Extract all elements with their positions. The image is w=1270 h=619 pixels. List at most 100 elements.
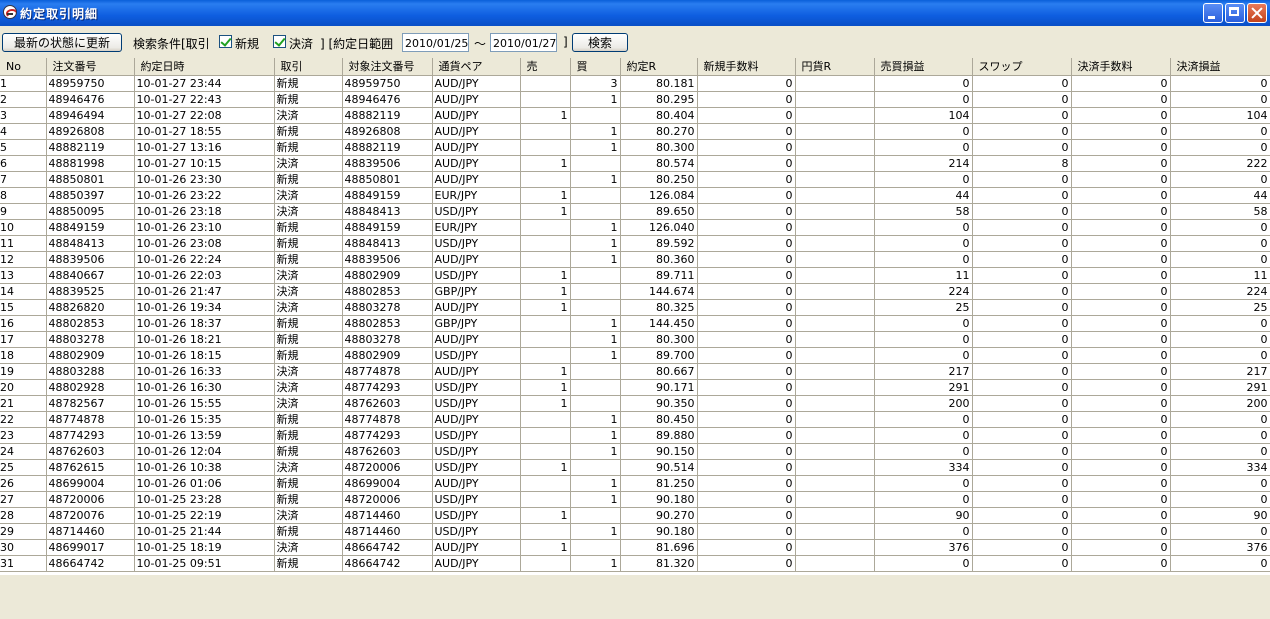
- table-cell: 10-01-26 19:34: [134, 299, 275, 316]
- table-cell: [520, 347, 571, 364]
- table-cell: 0: [1071, 171, 1171, 188]
- table-cell: 新規: [274, 331, 343, 348]
- table-row[interactable]: 7 48850801 10-01-26 23:30 新規 48850801 AUD/JPY…: [0, 171, 1270, 188]
- table-cell: 31: [0, 555, 47, 572]
- table-cell: 0: [697, 347, 796, 364]
- column-header[interactable]: スワップ: [972, 58, 1072, 76]
- table-cell: 0: [1071, 91, 1171, 108]
- column-header[interactable]: 新規手数料: [697, 58, 796, 76]
- settle-checkbox-label: 決済: [289, 37, 314, 51]
- column-header[interactable]: 注文番号: [46, 58, 135, 76]
- table-cell: 48882119: [342, 107, 433, 124]
- column-header[interactable]: 買: [570, 58, 621, 76]
- table-row[interactable]: 14 48839525 10-01-26 21:47 決済 48802853 GBP/JP…: [0, 283, 1270, 300]
- table-cell: 新規: [274, 171, 343, 188]
- table-row[interactable]: 20 48802928 10-01-26 16:30 決済 48774293 USD/JP…: [0, 379, 1270, 396]
- table-row[interactable]: 26 48699004 10-01-26 01:06 新規 48699004 AUD/JP…: [0, 475, 1270, 492]
- trade-table[interactable]: No 注文番号 約定日時 取引 対象注文番号 通貨ペア売買約定R 新規手数料 円貨R 売買損益ス…: [0, 58, 1270, 575]
- table-row[interactable]: 8 48850397 10-01-26 23:22 決済 48849159 EUR/JPY…: [0, 187, 1270, 204]
- table-row[interactable]: 16 48802853 10-01-26 18:37 新規 48802853 GBP/JP…: [0, 315, 1270, 332]
- table-cell: 0: [1170, 123, 1270, 140]
- table-cell: 0: [874, 347, 973, 364]
- table-cell: 144.674: [620, 283, 698, 300]
- search-button[interactable]: 検索: [572, 33, 628, 52]
- table-row[interactable]: 3 48946494 10-01-27 22:08 決済 48882119 AUD/JPY…: [0, 107, 1270, 124]
- table-row[interactable]: 6 48881998 10-01-27 10:15 決済 48839506 AUD/JPY…: [0, 155, 1270, 172]
- close-button[interactable]: [1247, 3, 1267, 23]
- minimize-button[interactable]: [1203, 3, 1223, 23]
- table-row[interactable]: 12 48839506 10-01-26 22:24 新規 48839506 AUD/JP…: [0, 251, 1270, 268]
- table-cell: 0: [972, 187, 1072, 204]
- table-cell: 0: [874, 427, 973, 444]
- table-row[interactable]: 30 48699017 10-01-25 18:19 決済 48664742 AUD/JP…: [0, 539, 1270, 556]
- table-row[interactable]: 15 48826820 10-01-26 19:34 決済 48803278 AUD/JP…: [0, 299, 1270, 316]
- table-cell: 44: [874, 187, 973, 204]
- table-cell: 0: [1170, 171, 1270, 188]
- table-row[interactable]: 22 48774878 10-01-26 15:35 新規 48774878 AUD/JP…: [0, 411, 1270, 428]
- new-checkbox[interactable]: [219, 35, 232, 48]
- table-cell: 決済: [274, 507, 343, 524]
- table-row[interactable]: 10 48849159 10-01-26 23:10 新規 48849159 EUR/JP…: [0, 219, 1270, 236]
- table-row[interactable]: 5 48882119 10-01-27 13:16 新規 48882119 AUD/JPY…: [0, 139, 1270, 156]
- table-cell: 81.320: [620, 555, 698, 572]
- table-row[interactable]: 27 48720006 10-01-25 23:28 新規 48720006 USD/JP…: [0, 491, 1270, 508]
- table-cell: AUD/JPY: [432, 155, 521, 172]
- table-row[interactable]: 4 48926808 10-01-27 18:55 新規 48926808 AUD/JPY…: [0, 123, 1270, 140]
- table-cell: 0: [1071, 347, 1171, 364]
- table-cell: 0: [972, 395, 1072, 412]
- refresh-button[interactable]: 最新の状態に更新: [2, 33, 122, 52]
- table-row[interactable]: 2 48946476 10-01-27 22:43 新規 48946476 AUD/JPY…: [0, 91, 1270, 108]
- table-cell: 11: [1170, 267, 1270, 284]
- table-cell: USD/JPY: [432, 379, 521, 396]
- table-row[interactable]: 31 48664742 10-01-25 09:51 新規 48664742 AUD/JP…: [0, 555, 1270, 572]
- table-cell: [795, 251, 875, 268]
- table-row[interactable]: 21 48782567 10-01-26 15:55 決済 48762603 USD/JP…: [0, 395, 1270, 412]
- table-row[interactable]: 29 48714460 10-01-25 21:44 新規 48714460 USD/JP…: [0, 523, 1270, 540]
- table-row[interactable]: 17 48803278 10-01-26 18:21 新規 48803278 AUD/JP…: [0, 331, 1270, 348]
- toolbar: 最新の状態に更新 検索条件[取引 新規 決済 ] [約定日範囲 ～ ] 検索: [0, 26, 1270, 58]
- table-row[interactable]: 19 48803288 10-01-26 16:33 決済 48774878 AUD/JP…: [0, 363, 1270, 380]
- column-header[interactable]: 対象注文番号: [342, 58, 433, 76]
- table-cell: 48850095: [46, 203, 135, 220]
- table-row[interactable]: 18 48802909 10-01-26 18:15 新規 48802909 USD/JP…: [0, 347, 1270, 364]
- table-cell: [795, 491, 875, 508]
- table-cell: 0: [697, 139, 796, 156]
- table-row[interactable]: 23 48774293 10-01-26 13:59 新規 48774293 USD/JP…: [0, 427, 1270, 444]
- column-header[interactable]: 約定日時: [134, 58, 275, 76]
- maximize-button[interactable]: [1225, 3, 1245, 23]
- column-header[interactable]: 円貨R: [795, 58, 875, 76]
- table-cell: [520, 91, 571, 108]
- table-cell: 新規: [274, 411, 343, 428]
- table-row[interactable]: 24 48762603 10-01-26 12:04 新規 48762603 USD/JP…: [0, 443, 1270, 460]
- table-cell: [520, 171, 571, 188]
- date-to-input[interactable]: [490, 33, 557, 52]
- table-cell: 48803278: [342, 331, 433, 348]
- app-icon[interactable]: [3, 5, 17, 19]
- column-header[interactable]: 約定R: [620, 58, 698, 76]
- table-row[interactable]: 13 48840667 10-01-26 22:03 決済 48802909 USD/JP…: [0, 267, 1270, 284]
- table-cell: 0: [1071, 411, 1171, 428]
- table-cell: 1: [570, 91, 621, 108]
- column-header[interactable]: 通貨ペア: [432, 58, 521, 76]
- date-from-input[interactable]: [402, 33, 469, 52]
- column-header[interactable]: 売: [520, 58, 571, 76]
- table-cell: 20: [0, 379, 47, 396]
- table-row[interactable]: 9 48850095 10-01-26 23:18 決済 48848413 USD/JPY…: [0, 203, 1270, 220]
- column-header[interactable]: 決済損益: [1170, 58, 1270, 76]
- table-row[interactable]: 28 48720076 10-01-25 22:19 決済 48714460 USD/JP…: [0, 507, 1270, 524]
- column-header[interactable]: 売買損益: [874, 58, 973, 76]
- table-row[interactable]: 11 48848413 10-01-26 23:08 新規 48848413 USD/JP…: [0, 235, 1270, 252]
- table-cell: 3: [570, 75, 621, 92]
- column-header[interactable]: No: [0, 58, 47, 76]
- table-row[interactable]: 1 48959750 10-01-27 23:44 新規 48959750 AUD/JPY…: [0, 75, 1270, 92]
- window-title: 約定取引明細: [20, 7, 99, 21]
- table-cell: 48774293: [46, 427, 135, 444]
- table-cell: 新規: [274, 91, 343, 108]
- table-cell: 48849159: [342, 219, 433, 236]
- column-header[interactable]: 決済手数料: [1071, 58, 1171, 76]
- column-header[interactable]: 取引: [274, 58, 343, 76]
- table-cell: 10-01-26 15:55: [134, 395, 275, 412]
- table-row[interactable]: 25 48762615 10-01-26 10:38 決済 48720006 USD/JP…: [0, 459, 1270, 476]
- settle-checkbox[interactable]: [273, 35, 286, 48]
- table-cell: 6: [0, 155, 47, 172]
